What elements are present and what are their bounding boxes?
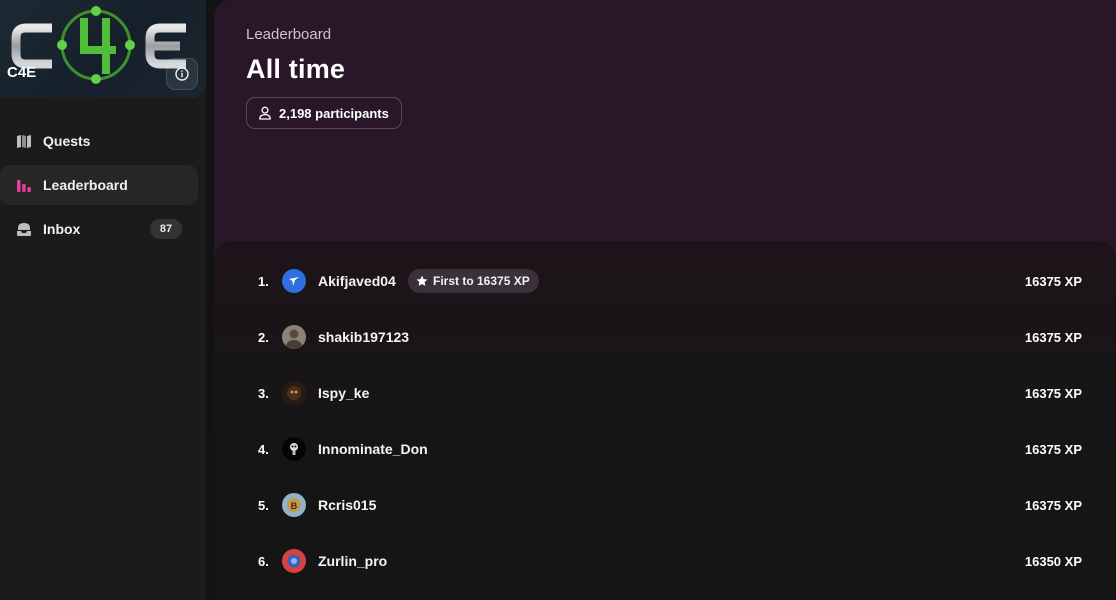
avatar [282,269,306,293]
avatar: B [282,493,306,517]
sidebar-item-label: Inbox [43,221,81,237]
leaderboard-row[interactable]: 5. B Rcris015 16375 XP [214,477,1116,533]
username[interactable]: Innominate_Don [318,441,428,457]
avatar [282,549,306,573]
sidebar-item-quests[interactable]: Quests [0,121,198,161]
rank: 2. [258,329,269,345]
star-icon [416,275,428,286]
xp-value: 16375 XP [1024,273,1082,289]
username[interactable]: Zurlin_pro [318,553,387,569]
achievement-badge: First to 16375 XP [408,269,539,293]
rank: 6. [258,553,269,569]
leaderboard-list: 1. Akifjaved04 First to 16375 XP 16375 X… [214,241,1116,600]
avatar [282,325,306,349]
leaderboard-header: Leaderboard All time 2,198 participants [214,0,1116,262]
username[interactable]: Rcris015 [318,497,376,513]
brand-header: C4E [0,0,206,98]
leaderboard-row[interactable]: 6. Zurlin_pro 16350 XP [214,533,1116,589]
leaderboard-row[interactable]: 4. Innominate_Don 16375 XP [214,421,1116,477]
achievement-badge-label: First to 16375 XP [433,274,530,288]
rank: 3. [258,385,269,401]
user-icon [259,106,271,120]
sidebar-item-inbox[interactable]: Inbox 87 [0,209,198,249]
xp-value: 16375 XP [1024,441,1082,457]
rank: 1. [258,273,269,289]
sidebar-item-label: Leaderboard [43,177,128,193]
sidebar-item-label: Quests [43,133,91,149]
participants-count: 2,198 participants [279,105,389,121]
bar-chart-icon [15,176,33,194]
participants-badge: 2,198 participants [246,97,402,129]
svg-text:B: B [291,501,298,511]
inbox-count-badge: 87 [150,219,182,239]
leaderboard-row[interactable]: 1. Akifjaved04 First to 16375 XP 16375 X… [214,253,1116,309]
username[interactable]: Akifjaved04 [318,273,396,289]
xp-value: 16350 XP [1024,553,1082,569]
page-title: All time [246,54,346,84]
username[interactable]: Ispy_ke [318,385,369,401]
breadcrumb: Leaderboard [246,26,332,43]
info-button[interactable] [166,58,198,90]
leaderboard-row[interactable]: 2. shakib197123 16375 XP [214,309,1116,365]
sidebar-item-leaderboard[interactable]: Leaderboard [0,165,198,205]
xp-value: 16375 XP [1024,329,1082,345]
rank: 4. [258,441,269,457]
xp-value: 16375 XP [1024,497,1082,513]
rank: 5. [258,497,269,513]
info-icon [175,67,189,81]
main-content: Leaderboard All time 2,198 participants … [214,0,1116,600]
avatar [282,437,306,461]
brand-name: C4E [7,64,37,81]
avatar [282,381,306,405]
leaderboard-row[interactable]: 3. Ispy_ke 16375 XP [214,365,1116,421]
sidebar: C4E Quests Leaderboard Inbox 87 [0,0,206,600]
inbox-icon [15,220,33,238]
xp-value: 16375 XP [1024,385,1082,401]
map-icon [15,132,33,150]
username[interactable]: shakib197123 [318,329,409,345]
